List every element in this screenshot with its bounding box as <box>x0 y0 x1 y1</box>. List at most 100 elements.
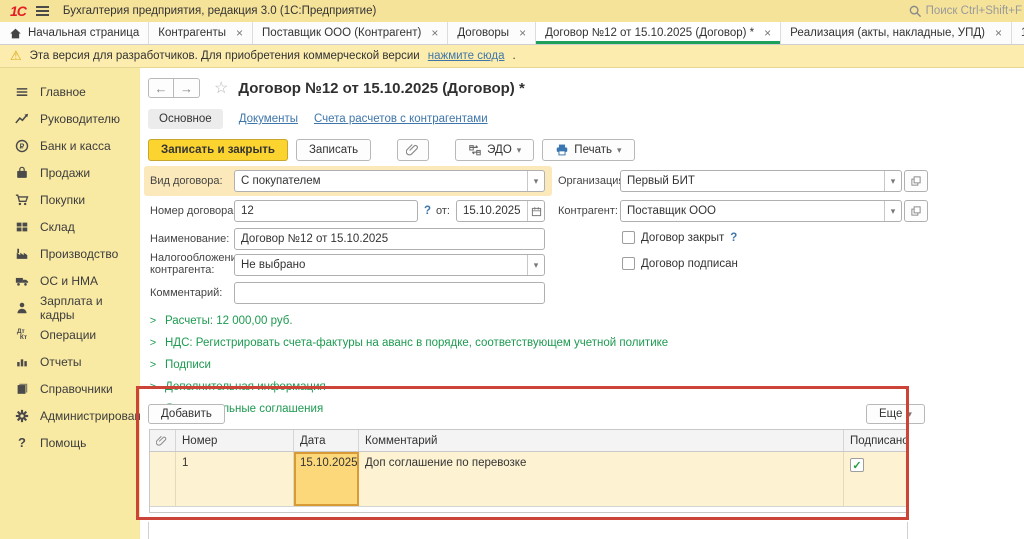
section-raschety[interactable]: > Расчеты: 12 000,00 руб. <box>148 310 668 332</box>
chevron-down-icon[interactable]: ▾ <box>884 171 901 191</box>
column-header-signed[interactable]: Подписано <box>844 430 909 451</box>
section-podpisi[interactable]: > Подписи <box>148 354 668 376</box>
contract-signed-row: Договор подписан <box>622 257 738 270</box>
section-nds[interactable]: > НДС: Регистрировать счета-фактуры на а… <box>148 332 668 354</box>
sidebar-item-reports[interactable]: Отчеты <box>0 348 140 375</box>
chevron-down-icon: ▾ <box>907 409 912 420</box>
titlebar: 1С Бухгалтерия предприятия, редакция 3.0… <box>0 0 1024 22</box>
section-dop-soglasheniya[interactable]: ∨ Дополнительные соглашения <box>148 398 668 420</box>
contract-closed-checkbox[interactable] <box>622 231 635 244</box>
tab-accounts[interactable]: Счета расчетов с контрагентами <box>314 113 488 125</box>
contract-type-select[interactable]: С покупателем ▾ <box>234 170 545 192</box>
column-header-comment[interactable]: Комментарий <box>359 430 844 451</box>
sidebar-item-purchases[interactable]: Покупки <box>0 186 140 213</box>
section-label: Расчеты: 12 000,00 руб. <box>165 315 293 327</box>
tab-postavshchik[interactable]: Поставщик ООО (Контрагент) × <box>253 22 448 44</box>
checkbox-checked-icon[interactable]: ✓ <box>850 458 864 472</box>
main-menu-icon[interactable] <box>36 6 49 16</box>
sidebar-item-bank-cash[interactable]: Р Банк и касса <box>0 132 140 159</box>
purchase-link[interactable]: нажмите сюда <box>428 50 505 62</box>
chevron-down-icon[interactable]: ▾ <box>527 255 544 275</box>
forward-button[interactable]: → <box>174 78 200 98</box>
tab-dogovory[interactable]: Договоры × <box>448 22 536 44</box>
person-icon <box>14 300 30 316</box>
name-input[interactable]: Договор №12 от 15.10.2025 <box>234 228 545 250</box>
contract-number-input[interactable]: 12 <box>234 200 418 222</box>
sidebar-item-production[interactable]: Производство <box>0 240 140 267</box>
back-button[interactable]: ← <box>148 78 174 98</box>
closed-help-icon[interactable]: ? <box>730 232 737 244</box>
sidebar: Главное Руководителю Р Банк и касса Прод… <box>0 68 140 539</box>
sidebar-item-main[interactable]: Главное <box>0 78 140 105</box>
contract-date-input[interactable]: 15.10.2025 <box>456 200 545 222</box>
attachment-column-header[interactable] <box>150 430 176 451</box>
sidebar-item-operations[interactable]: ДтКт Операции <box>0 321 140 348</box>
chevron-down-icon[interactable]: ▾ <box>527 171 544 191</box>
warning-icon: ⚠ <box>10 48 22 64</box>
sidebar-item-label: Покупки <box>40 193 85 207</box>
save-and-close-button[interactable]: Записать и закрыть <box>148 139 288 161</box>
cell-number[interactable]: 1 <box>176 452 294 506</box>
table-row[interactable]: 1 15.10.2025 Доп соглашение по перевозке… <box>150 452 907 507</box>
open-popup-icon <box>910 175 922 187</box>
calendar-icon[interactable] <box>527 201 544 221</box>
favorite-star-icon[interactable]: ☆ <box>214 78 228 98</box>
close-icon[interactable]: × <box>431 26 438 40</box>
add-agreement-button[interactable]: Добавить <box>148 404 225 424</box>
section-dop-info[interactable]: > Дополнительная информация <box>148 376 668 398</box>
sidebar-item-warehouse[interactable]: Склад <box>0 213 140 240</box>
global-search[interactable]: Поиск Ctrl+Shift+F <box>908 0 1022 22</box>
books-icon <box>14 381 30 397</box>
taxation-select[interactable]: Не выбрано ▾ <box>234 254 545 276</box>
close-icon[interactable]: × <box>236 26 243 40</box>
sidebar-item-fixed-assets[interactable]: ОС и НМА <box>0 267 140 294</box>
sidebar-item-administration[interactable]: Администрирование <box>0 402 140 429</box>
close-icon[interactable]: × <box>995 26 1002 40</box>
column-header-number[interactable]: Номер <box>176 430 294 451</box>
counterparty-select[interactable]: Поставщик ООО ▾ <box>620 200 902 222</box>
close-icon[interactable]: × <box>764 26 771 40</box>
sidebar-item-manager[interactable]: Руководителю <box>0 105 140 132</box>
tab-dokumenty[interactable]: Документы <box>239 113 298 125</box>
sidebar-item-label: Главное <box>40 85 86 99</box>
sidebar-item-sales[interactable]: Продажи <box>0 159 140 186</box>
save-button[interactable]: Записать <box>296 139 371 161</box>
chevron-down-icon[interactable]: ▾ <box>884 201 901 221</box>
cell-comment[interactable]: Доп соглашение по перевозке <box>359 452 844 506</box>
sidebar-item-label: Операции <box>40 328 96 342</box>
column-header-date[interactable]: Дата <box>294 430 359 451</box>
sidebar-item-label: ОС и НМА <box>40 274 98 288</box>
contract-signed-checkbox[interactable] <box>622 257 635 270</box>
cell-attachment[interactable] <box>150 452 176 506</box>
printer-icon <box>555 143 569 157</box>
organization-open-button[interactable] <box>904 170 928 192</box>
print-button[interactable]: Печать ▾ <box>542 139 634 161</box>
form-sections: > Расчеты: 12 000,00 руб. > НДС: Регистр… <box>148 310 668 420</box>
tab-home[interactable]: Начальная страница <box>0 22 149 44</box>
tab-realizaciya[interactable]: Реализация (акты, накладные, УПД) × <box>781 22 1012 44</box>
more-button[interactable]: Еще ▾ <box>866 404 925 424</box>
tab-dogovor-12-active[interactable]: Договор №12 от 15.10.2025 (Договор) * × <box>536 22 781 44</box>
sidebar-item-payroll[interactable]: Зарплата и кадры <box>0 294 140 321</box>
tab-osnovnoe[interactable]: Основное <box>148 109 223 129</box>
chevron-right-icon: > <box>148 359 158 371</box>
cell-date-selected[interactable]: 15.10.2025 <box>294 452 359 506</box>
tab-kontragenty[interactable]: Контрагенты × <box>149 22 253 44</box>
agreements-table: Номер Дата Комментарий Подписано 1 15.10… <box>149 429 908 513</box>
sidebar-item-directories[interactable]: Справочники <box>0 375 140 402</box>
organization-select[interactable]: Первый БИТ ▾ <box>620 170 902 192</box>
warning-text: Эта версия для разработчиков. Для приобр… <box>30 50 420 62</box>
contract-number-value: 12 <box>235 205 417 217</box>
close-icon[interactable]: × <box>519 26 526 40</box>
sidebar-item-help[interactable]: ? Помощь <box>0 429 140 456</box>
counterparty-open-button[interactable] <box>904 200 928 222</box>
comment-input[interactable] <box>234 282 545 304</box>
sidebar-item-label: Продажи <box>40 166 90 180</box>
tab-13[interactable]: 13 от 15.10.2025 (Договор) × <box>1012 22 1024 44</box>
attachments-button[interactable] <box>397 139 429 161</box>
ruble-circle-icon: Р <box>14 138 30 154</box>
cell-signed[interactable]: ✓ <box>844 452 909 506</box>
section-label: Дополнительная информация <box>165 381 326 393</box>
number-help-icon[interactable]: ? <box>424 205 431 217</box>
edo-button[interactable]: ЭДО ▾ <box>455 139 534 161</box>
